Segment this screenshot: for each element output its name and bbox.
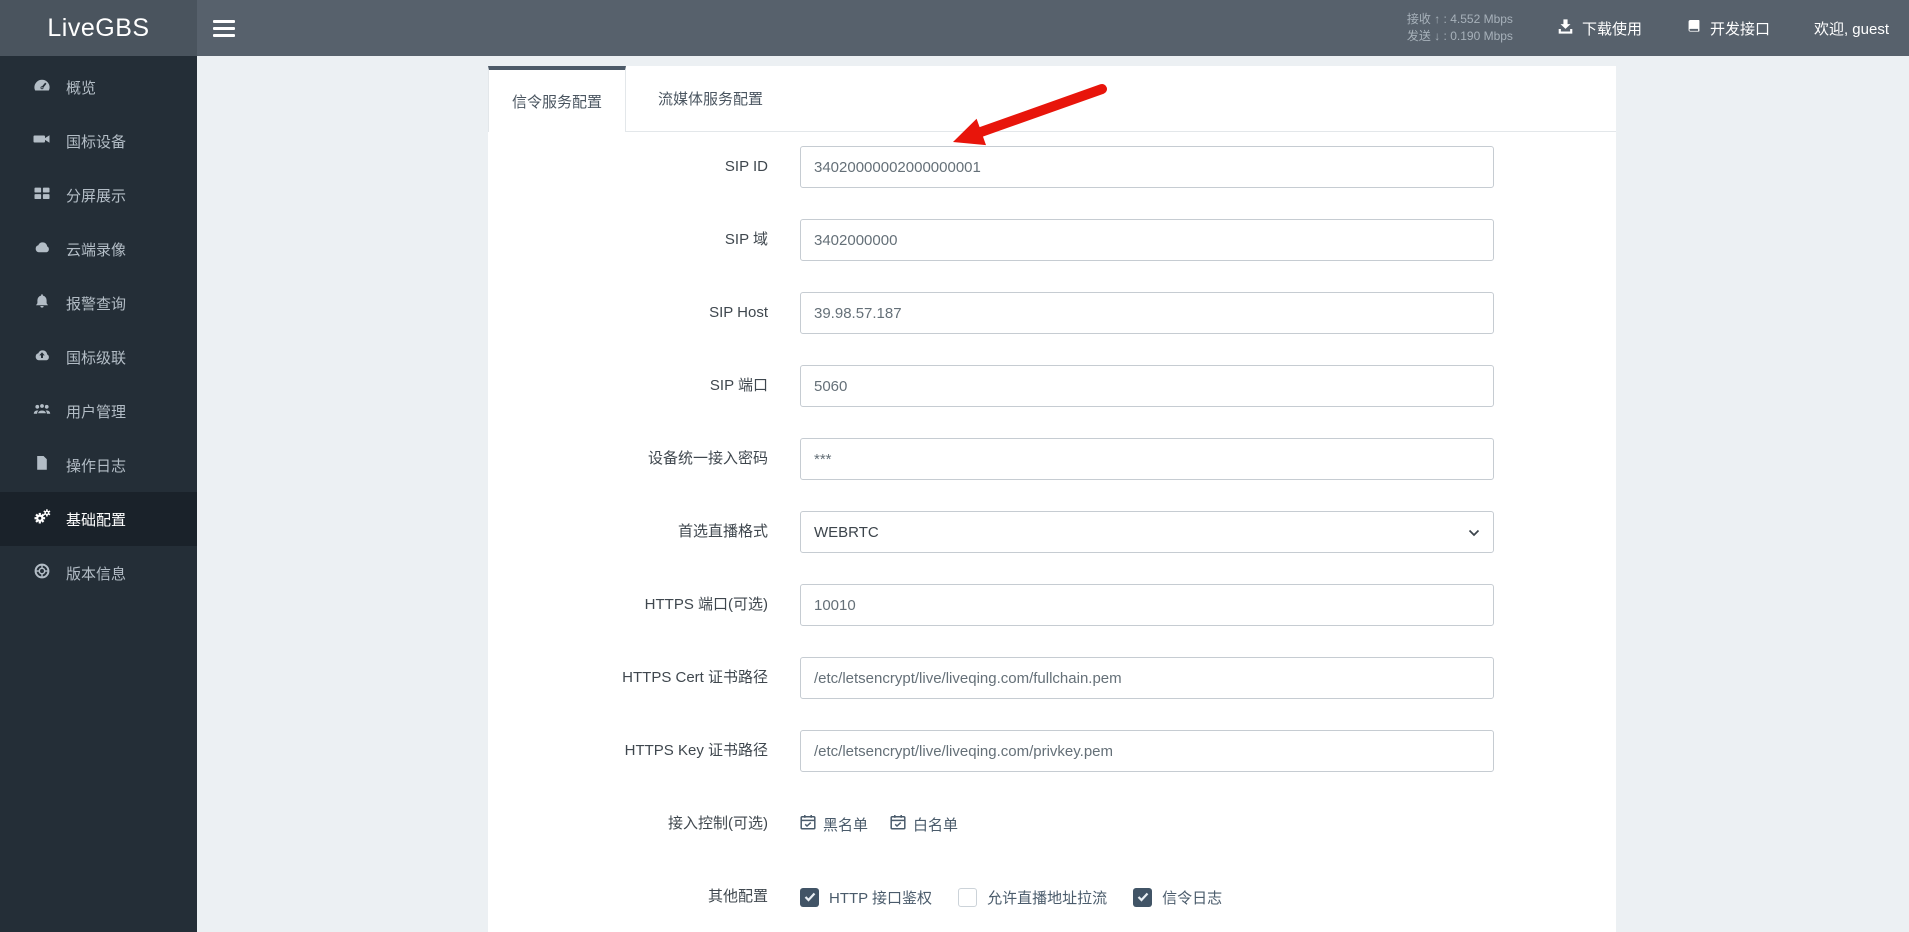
https-key-path-label: HTTPS Key 证书路径 [624, 742, 768, 759]
cloud-upload-icon [33, 347, 51, 367]
sidebar-item-basic-config[interactable]: 基础配置 [0, 492, 197, 546]
file-icon [33, 455, 51, 475]
gears-icon [33, 509, 51, 529]
ring-icon [33, 563, 51, 583]
sip-host-input[interactable] [800, 292, 1494, 334]
sidebar-item-alarm-query[interactable]: 报警查询 [0, 276, 197, 330]
field-row-preferred-format: 首选直播格式 WEBRTC [488, 511, 1616, 553]
top-header: LiveGBS 接收 ↑ : 4.552 Mbps 发送 ↓ : 0.190 M… [0, 0, 1909, 56]
sip-port-input[interactable] [800, 365, 1494, 407]
book-icon [1686, 18, 1702, 38]
field-row-sip-domain: SIP 域 [488, 219, 1616, 261]
sidebar-item-gb-cascade[interactable]: 国标级联 [0, 330, 197, 384]
sidebar-item-overview[interactable]: 概览 [0, 60, 197, 114]
sip-id-label: SIP ID [724, 158, 768, 175]
access-control-label: 接入控制(可选) [668, 815, 768, 832]
sidebar-item-user-management[interactable]: 用户管理 [0, 384, 197, 438]
sidebar-item-gb-devices[interactable]: 国标设备 [0, 114, 197, 168]
https-port-input[interactable] [800, 584, 1494, 626]
checkbox-signal-log[interactable]: 信令日志 [1133, 887, 1222, 908]
grid-icon [33, 185, 51, 205]
sip-host-label: SIP Host [709, 304, 768, 321]
checkbox-http-auth[interactable]: HTTP 接口鉴权 [800, 887, 932, 908]
field-row-sip-port: SIP 端口 [488, 365, 1616, 407]
sip-id-input[interactable] [800, 146, 1494, 188]
signal-config-form: SIP ID SIP 域 SIP Host SIP 端口 设备统一接入密码 首选 [488, 132, 1616, 918]
rx-stat: 接收 ↑ : 4.552 Mbps [1406, 12, 1513, 26]
preferred-format-label: 首选直播格式 [677, 523, 768, 540]
sidebar-item-version-info[interactable]: 版本信息 [0, 546, 197, 600]
network-stats: 接收 ↑ : 4.552 Mbps 发送 ↓ : 0.190 Mbps [1407, 11, 1513, 45]
sidebar-nav: 概览 国标设备 分屏展示 云端录像 报警查询 国标级联 用户管理 操作日志 基础… [0, 56, 197, 932]
users-icon [33, 401, 51, 421]
video-camera-icon [33, 131, 51, 151]
calendar-check-icon [890, 814, 906, 834]
field-row-https-port: HTTPS 端口(可选) [488, 584, 1616, 626]
config-card: 信令服务配置 流媒体服务配置 SIP ID SIP 域 SIP Host SIP… [488, 66, 1616, 932]
whitelist-link[interactable]: 白名单 [890, 814, 958, 835]
https-cert-path-input[interactable] [800, 657, 1494, 699]
chevron-down-icon [1468, 524, 1480, 541]
field-row-device-password: 设备统一接入密码 [488, 438, 1616, 480]
field-row-https-key: HTTPS Key 证书路径 [488, 730, 1616, 772]
hamburger-icon [213, 19, 235, 23]
blacklist-link[interactable]: 黑名单 [800, 814, 868, 835]
sip-port-label: SIP 端口 [709, 377, 768, 394]
tx-stat: 发送 ↓ : 0.190 Mbps [1406, 29, 1513, 43]
https-key-path-input[interactable] [800, 730, 1494, 772]
preferred-format-select[interactable]: WEBRTC [800, 511, 1494, 553]
checked-checkbox-icon [1133, 887, 1153, 907]
tab-media-service-config[interactable]: 流媒体服务配置 [626, 66, 795, 131]
tab-signal-service-config[interactable]: 信令服务配置 [488, 66, 627, 132]
cloud-icon [33, 239, 51, 259]
https-port-label: HTTPS 端口(可选) [644, 596, 768, 613]
sidebar-item-cloud-recording[interactable]: 云端录像 [0, 222, 197, 276]
welcome-user[interactable]: 欢迎, guest [1814, 18, 1889, 39]
checked-checkbox-icon [800, 887, 819, 907]
field-row-sip-host: SIP Host [488, 292, 1616, 334]
sidebar-toggle-button[interactable] [213, 16, 235, 41]
app-logo: LiveGBS [0, 0, 197, 56]
sidebar-item-operation-log[interactable]: 操作日志 [0, 438, 197, 492]
calendar-check-icon [800, 814, 816, 834]
download-link[interactable]: 下载使用 [1557, 18, 1642, 39]
field-row-sip-id: SIP ID [488, 146, 1616, 188]
field-row-https-cert: HTTPS Cert 证书路径 [488, 657, 1616, 699]
sidebar-item-split-screen[interactable]: 分屏展示 [0, 168, 197, 222]
gauge-icon [33, 77, 51, 97]
device-password-label: 设备统一接入密码 [647, 450, 768, 467]
bell-icon [33, 293, 51, 313]
https-cert-path-label: HTTPS Cert 证书路径 [622, 669, 768, 686]
tab-bar: 信令服务配置 流媒体服务配置 [488, 66, 1616, 132]
sip-domain-input[interactable] [800, 219, 1494, 261]
checkbox-allow-pull[interactable]: 允许直播地址拉流 [958, 887, 1107, 908]
unchecked-checkbox-icon [958, 887, 978, 907]
sip-domain-label: SIP 域 [724, 231, 768, 248]
device-password-input[interactable] [800, 438, 1494, 480]
preferred-format-value: WEBRTC [814, 523, 879, 541]
download-icon [1557, 18, 1574, 39]
field-row-access-control: 接入控制(可选) 黑名单 白名单 [488, 803, 1616, 845]
main-content: 信令服务配置 流媒体服务配置 SIP ID SIP 域 SIP Host SIP… [197, 56, 1909, 932]
api-docs-link[interactable]: 开发接口 [1686, 18, 1770, 39]
other-config-label: 其他配置 [707, 888, 768, 905]
field-row-other-config: 其他配置 HTTP 接口鉴权 允许直播地址拉流 信令日志 [488, 876, 1616, 918]
